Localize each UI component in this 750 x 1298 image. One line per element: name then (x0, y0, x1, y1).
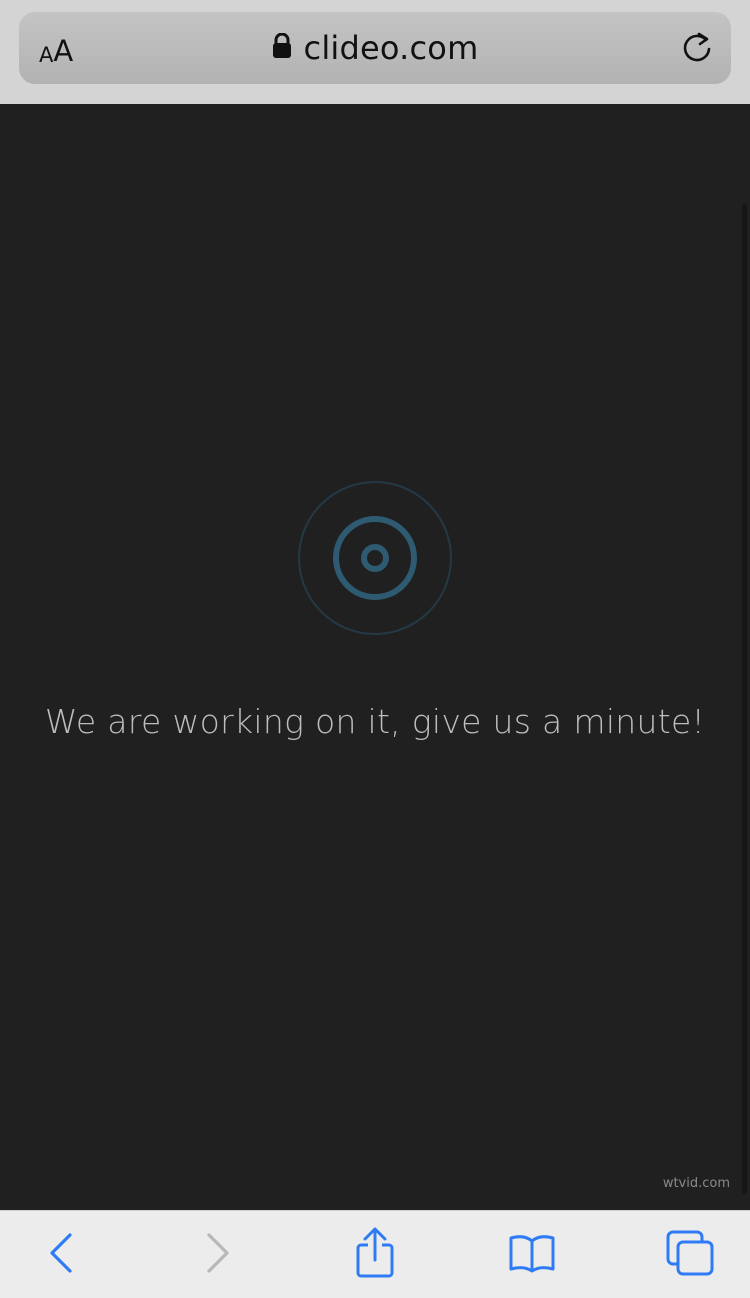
browser-address-bar: A A clideo.com (0, 0, 750, 104)
url-text: clideo.com (303, 29, 479, 67)
reload-icon (679, 32, 715, 70)
status-message: We are working on it, give us a minute! (44, 702, 706, 741)
address-field[interactable]: A A clideo.com (19, 12, 731, 84)
tabs-button[interactable] (660, 1227, 720, 1283)
scroll-indicator[interactable] (742, 204, 747, 1194)
forward-button[interactable] (188, 1227, 248, 1283)
reload-button[interactable] (679, 30, 715, 66)
back-button[interactable] (31, 1227, 91, 1283)
share-icon (353, 1227, 397, 1283)
chevron-right-icon (203, 1233, 233, 1277)
web-content: We are working on it, give us a minute! … (0, 104, 750, 1210)
lock-icon (272, 32, 292, 63)
browser-toolbar (0, 1210, 750, 1298)
bookmarks-button[interactable] (502, 1227, 562, 1283)
chevron-left-icon (46, 1233, 76, 1277)
tabs-icon (665, 1229, 715, 1281)
target-spinner-icon (297, 480, 453, 636)
watermark: wtvid.com (662, 1176, 730, 1191)
url-display[interactable]: clideo.com (19, 28, 731, 68)
book-icon (508, 1233, 556, 1277)
share-button[interactable] (345, 1227, 405, 1283)
